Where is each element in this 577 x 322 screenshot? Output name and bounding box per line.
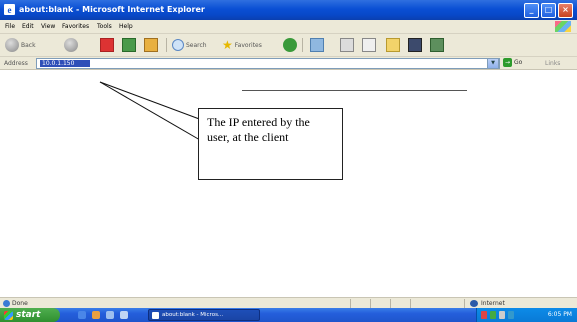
print-icon xyxy=(362,38,376,52)
status-divider xyxy=(410,299,411,308)
annotation-text: The IP entered by the user, at the clien… xyxy=(207,115,310,144)
clock: 6:05 PM xyxy=(547,311,572,318)
menu-file[interactable]: File xyxy=(5,23,15,30)
menu-help[interactable]: Help xyxy=(119,23,133,30)
home-icon xyxy=(144,38,158,52)
desktop-quicklaunch-icon[interactable] xyxy=(106,311,114,319)
quick-launch xyxy=(78,311,128,319)
history-icon xyxy=(310,38,324,52)
system-tray: 6:05 PM xyxy=(476,308,577,322)
go-button[interactable]: → Go xyxy=(503,58,522,67)
folder-icon xyxy=(386,38,400,52)
zone-text: Internet xyxy=(481,300,505,307)
research-icon xyxy=(430,38,444,52)
favorites-label: Favorites xyxy=(234,41,262,49)
go-label: Go xyxy=(514,59,523,66)
address-label: Address xyxy=(4,60,28,67)
refresh-icon xyxy=(122,38,136,52)
annotation-callout-box: The IP entered by the user, at the clien… xyxy=(198,108,343,180)
explorer-quicklaunch-icon[interactable] xyxy=(120,311,128,319)
close-button[interactable]: × xyxy=(558,3,573,18)
toolbar-divider xyxy=(302,38,303,52)
window-title: about:blank - Microsoft Internet Explore… xyxy=(19,5,205,14)
address-input-value[interactable]: 10.0.1.150 xyxy=(40,60,90,67)
menu-edit[interactable]: Edit xyxy=(22,23,34,30)
tray-icon[interactable] xyxy=(499,311,505,319)
menu-bar: File Edit View Favorites Tools Help xyxy=(0,20,577,34)
status-divider xyxy=(370,299,371,308)
taskbar-task-ie[interactable]: about:blank - Micros... xyxy=(148,309,260,321)
print-button[interactable] xyxy=(362,37,376,53)
annotation-rule-line xyxy=(242,90,467,91)
history-button[interactable] xyxy=(310,37,324,53)
ie-window: e about:blank - Microsoft Internet Explo… xyxy=(0,0,577,322)
menu-favorites[interactable]: Favorites xyxy=(62,23,89,30)
address-input[interactable]: 10.0.1.150 xyxy=(36,58,500,69)
status-divider xyxy=(464,299,465,308)
windows-flag-icon xyxy=(4,310,13,320)
task-label: about:blank - Micros... xyxy=(162,312,224,318)
svg-text:e: e xyxy=(8,5,12,15)
search-icon xyxy=(172,39,184,51)
internet-explorer-icon: e xyxy=(4,4,15,15)
mail-button[interactable] xyxy=(340,37,354,53)
media-icon xyxy=(283,38,297,52)
windows-logo-icon xyxy=(555,21,571,32)
taskbar: start about:blank - Micros... 6:05 PM xyxy=(0,308,577,322)
start-button[interactable]: start xyxy=(0,308,60,322)
home-button[interactable] xyxy=(144,37,158,53)
ie-quicklaunch-icon[interactable] xyxy=(78,311,86,319)
media-quicklaunch-icon[interactable] xyxy=(92,311,100,319)
favorites-button[interactable]: ★ Favorites xyxy=(222,37,262,53)
address-bar: Address 10.0.1.150 ▼ → Go Links xyxy=(0,57,577,70)
back-button[interactable]: Back xyxy=(5,37,36,53)
start-label: start xyxy=(16,310,41,320)
go-arrow-icon: → xyxy=(503,58,512,67)
folder-button[interactable] xyxy=(386,37,400,53)
status-divider xyxy=(390,299,391,308)
forward-arrow-icon xyxy=(64,38,78,52)
minimize-button[interactable]: _ xyxy=(524,3,539,18)
stop-button[interactable] xyxy=(100,37,114,53)
search-label: Search xyxy=(186,41,207,49)
tray-icon[interactable] xyxy=(481,311,487,319)
forward-button[interactable] xyxy=(64,37,78,53)
ie-task-icon xyxy=(152,311,159,319)
research-button[interactable] xyxy=(430,37,444,53)
stop-icon xyxy=(100,38,114,52)
tray-icon[interactable] xyxy=(490,311,496,319)
back-label: Back xyxy=(21,41,36,49)
links-button[interactable]: Links xyxy=(545,60,560,67)
back-arrow-icon xyxy=(5,38,19,52)
messenger-icon xyxy=(408,38,422,52)
messenger-button[interactable] xyxy=(408,37,422,53)
media-button[interactable] xyxy=(283,37,297,53)
mail-icon xyxy=(340,38,354,52)
maximize-button[interactable]: □ xyxy=(541,3,556,18)
page-done-icon xyxy=(3,300,10,307)
status-text: Done xyxy=(12,300,28,307)
menu-tools[interactable]: Tools xyxy=(97,23,112,30)
tray-icon[interactable] xyxy=(508,311,514,319)
toolbar-divider xyxy=(166,38,167,52)
status-divider xyxy=(350,299,351,308)
title-bar[interactable]: e about:blank - Microsoft Internet Explo… xyxy=(0,0,577,20)
internet-zone-icon xyxy=(470,300,478,307)
address-dropdown-button[interactable]: ▼ xyxy=(487,58,499,69)
page-content xyxy=(0,70,577,297)
menu-view[interactable]: View xyxy=(41,23,55,30)
favorites-star-icon: ★ xyxy=(222,38,233,52)
toolbar: Back Search ★ Favorites xyxy=(0,34,577,57)
search-button[interactable]: Search xyxy=(172,37,207,53)
refresh-button[interactable] xyxy=(122,37,136,53)
